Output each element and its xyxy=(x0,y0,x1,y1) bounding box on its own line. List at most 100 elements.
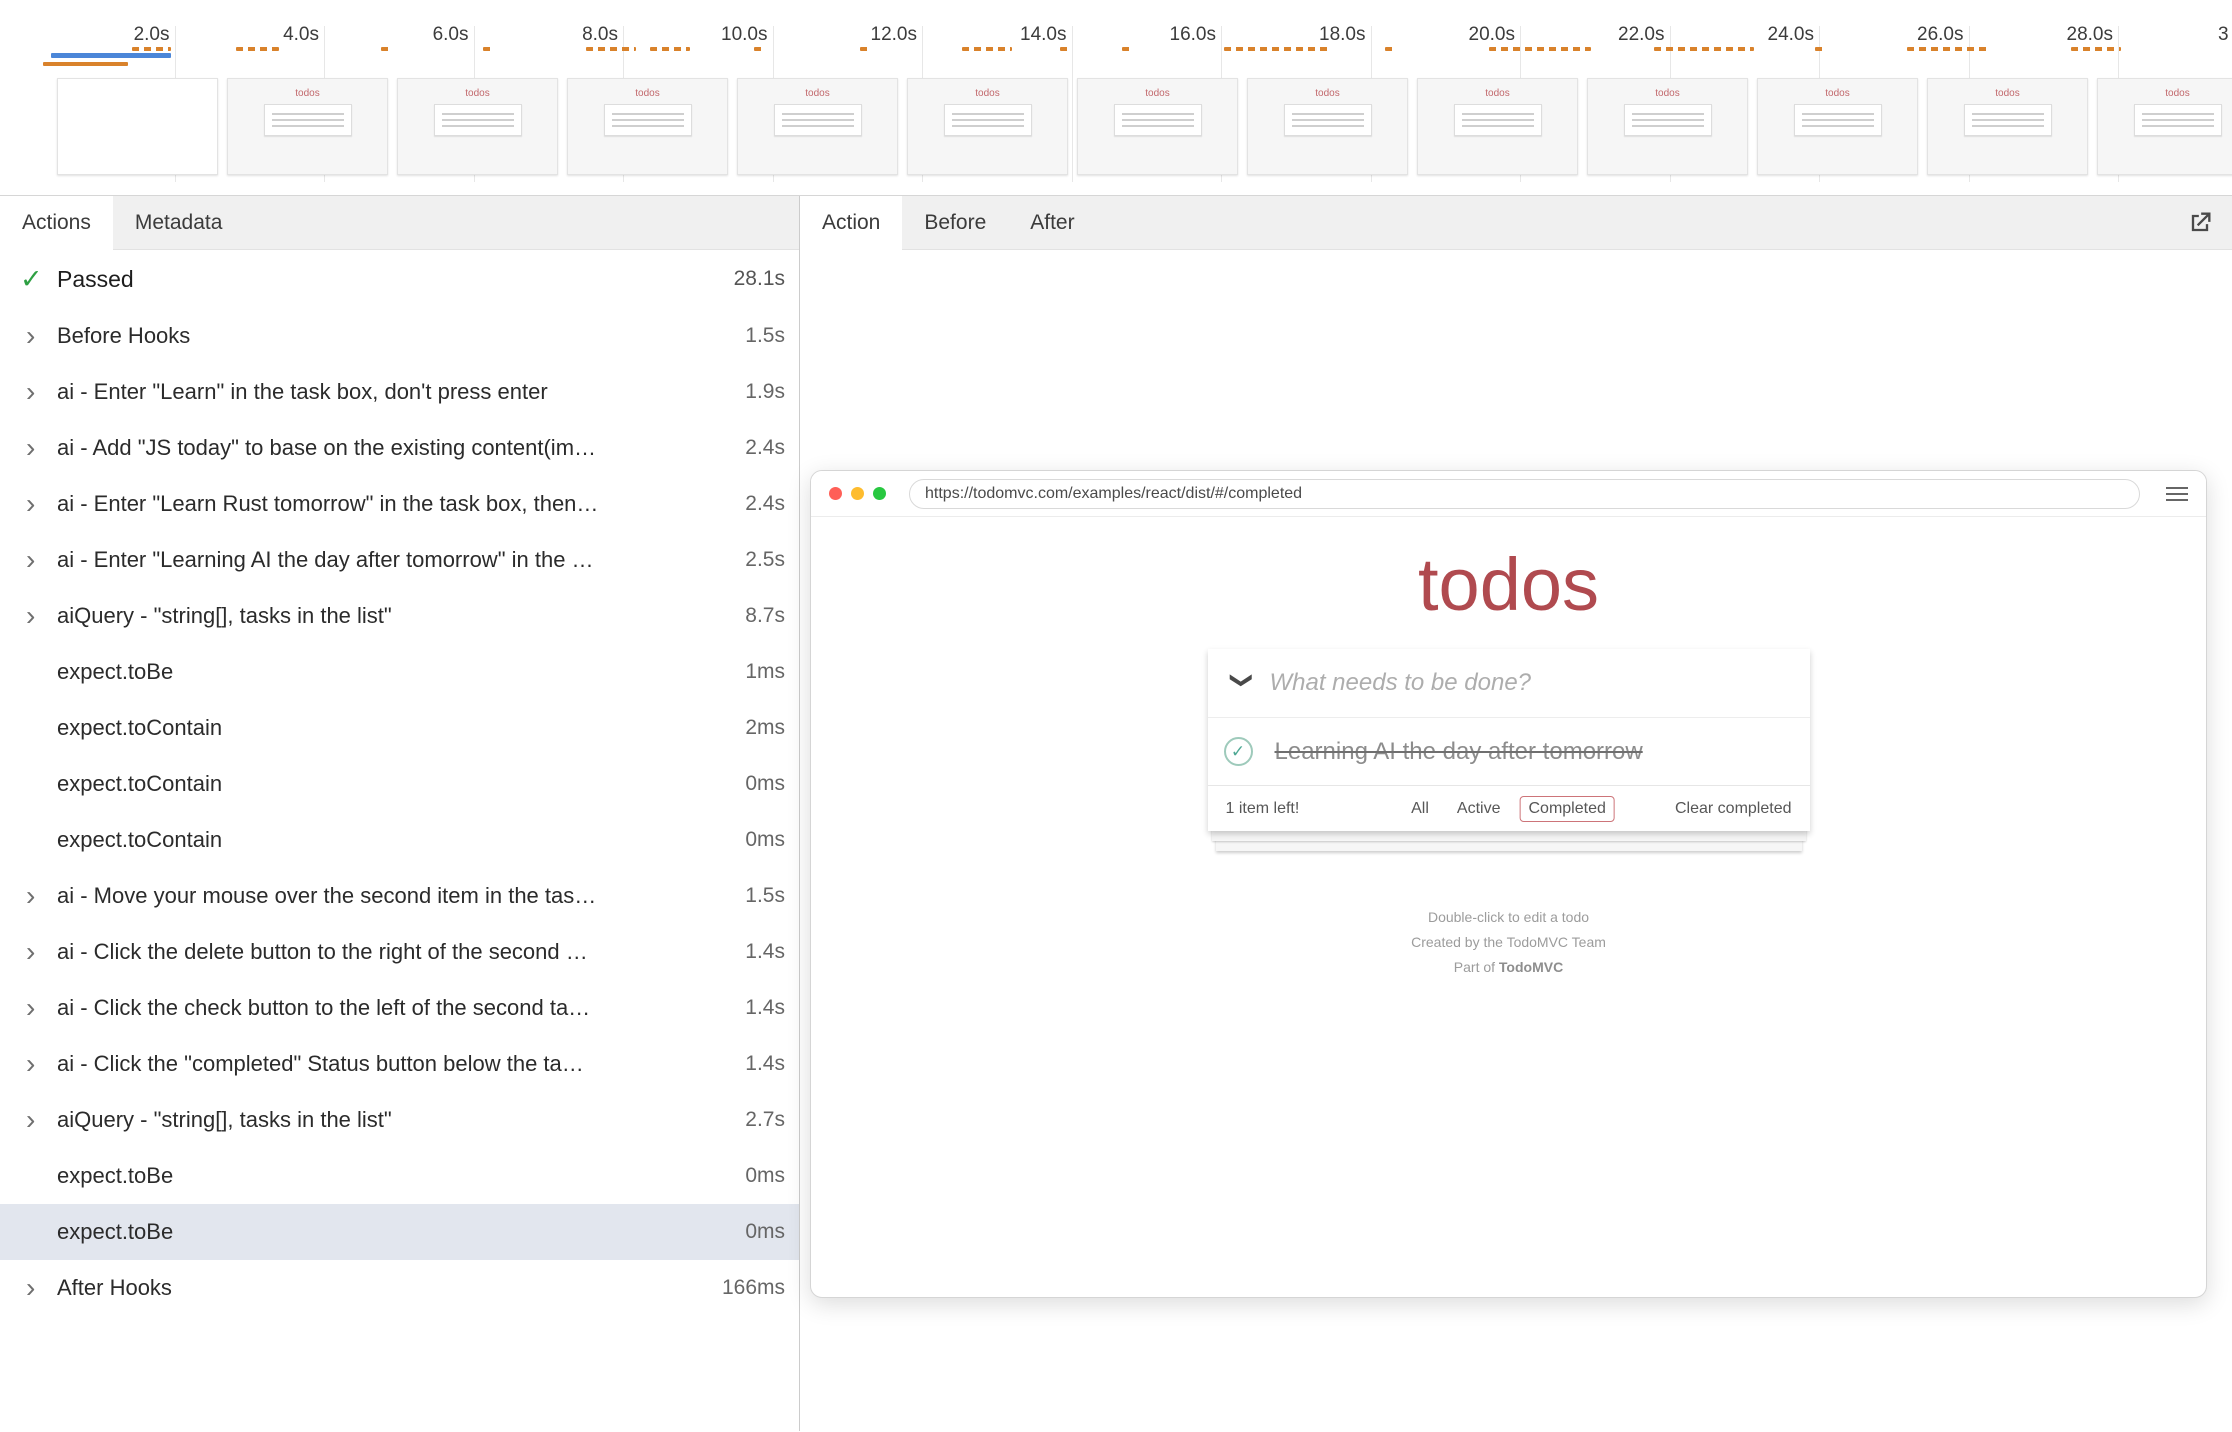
chevron-right-icon[interactable] xyxy=(26,434,57,462)
tab-metadata[interactable]: Metadata xyxy=(113,196,245,249)
todo-app-card: Learning AI the day after tomorrow 1 ite… xyxy=(1208,649,1810,831)
action-duration: 2ms xyxy=(745,716,785,740)
filmstrip-thumbnail[interactable]: todos xyxy=(907,78,1068,175)
chevron-right-icon[interactable] xyxy=(26,322,57,350)
todo-footer: 1 item left! All Active Completed Clear … xyxy=(1208,785,1810,831)
filter-completed[interactable]: Completed xyxy=(1519,796,1614,822)
action-row[interactable]: ai - Click the "completed" Status button… xyxy=(0,1036,799,1092)
timeline-action-mark xyxy=(2071,47,2121,51)
tab-before[interactable]: Before xyxy=(902,196,1008,249)
action-row[interactable]: expect.toContain0ms xyxy=(0,812,799,868)
mini-todos-title: todos xyxy=(295,88,319,99)
todo-completed-check-icon[interactable] xyxy=(1224,737,1253,766)
app-info-footer: Double-click to edit a todo Created by t… xyxy=(811,905,2206,980)
chevron-right-icon[interactable] xyxy=(26,602,57,630)
action-row[interactable]: aiQuery - "string[], tasks in the list"2… xyxy=(0,1092,799,1148)
chevron-right-icon[interactable] xyxy=(26,882,57,910)
filmstrip: todos todos todos todos todos todos todo… xyxy=(0,78,2232,175)
filmstrip-thumbnail[interactable]: todos xyxy=(737,78,898,175)
mini-todos-title: todos xyxy=(2165,88,2189,99)
filter-all[interactable]: All xyxy=(1402,796,1438,822)
timeline-action-mark xyxy=(754,47,766,51)
mini-screenshot xyxy=(434,104,522,136)
timeline-action-mark xyxy=(132,47,171,51)
chevron-right-icon[interactable] xyxy=(26,1106,57,1134)
mini-screenshot xyxy=(1794,104,1882,136)
todomvc-brand: TodoMVC xyxy=(1499,959,1563,975)
action-row[interactable]: After Hooks166ms xyxy=(0,1260,799,1316)
hamburger-menu-icon[interactable] xyxy=(2166,483,2188,505)
items-left-count: 1 item left! xyxy=(1226,800,1300,818)
action-duration: 1.4s xyxy=(745,1052,785,1076)
time-label: 22.0s xyxy=(1521,24,1671,46)
chevron-right-icon[interactable] xyxy=(26,1050,57,1078)
action-label: expect.toContain xyxy=(57,715,733,741)
actions-panel: Actions Metadata Passed 28.1s Before Hoo… xyxy=(0,196,800,1431)
filmstrip-thumbnail[interactable]: todos xyxy=(227,78,388,175)
action-duration: 0ms xyxy=(745,772,785,796)
chevron-right-icon[interactable] xyxy=(26,490,57,518)
filmstrip-thumbnail[interactable]: todos xyxy=(1587,78,1748,175)
chevron-right-icon[interactable] xyxy=(26,1274,57,1302)
filmstrip-thumbnail[interactable]: todos xyxy=(567,78,728,175)
action-duration: 0ms xyxy=(745,1220,785,1244)
action-row[interactable]: expect.toContain0ms xyxy=(0,756,799,812)
open-external-icon[interactable] xyxy=(2186,209,2214,237)
mini-screenshot xyxy=(944,104,1032,136)
chevron-right-icon[interactable] xyxy=(26,938,57,966)
filmstrip-thumbnail[interactable]: todos xyxy=(1247,78,1408,175)
toggle-all-chevron-down-icon[interactable] xyxy=(1229,671,1255,695)
time-label: 2.0s xyxy=(26,24,176,46)
action-row[interactable]: expect.toBe0ms xyxy=(0,1148,799,1204)
mini-screenshot xyxy=(1964,104,2052,136)
new-todo-input[interactable] xyxy=(1254,669,1810,697)
action-row[interactable]: ai - Click the check button to the left … xyxy=(0,980,799,1036)
mini-screenshot xyxy=(604,104,692,136)
tab-after[interactable]: After xyxy=(1008,196,1096,249)
mini-todos-title: todos xyxy=(1655,88,1679,99)
filter-active[interactable]: Active xyxy=(1448,796,1510,822)
filmstrip-thumbnail[interactable]: todos xyxy=(397,78,558,175)
action-row[interactable]: ai - Enter "Learn Rust tomorrow" in the … xyxy=(0,476,799,532)
action-label: expect.toBe xyxy=(57,1219,733,1245)
clear-completed-button[interactable]: Clear completed xyxy=(1675,800,1792,818)
timeline-scrubber[interactable]: 2.0s 4.0s 6.0s 8.0s 10.0s 12.0s 14.0s 16… xyxy=(0,0,2232,196)
action-label: expect.toBe xyxy=(57,1163,733,1189)
timeline-action-mark xyxy=(1060,47,1072,51)
right-tabbar: Action Before After xyxy=(800,196,2232,250)
action-row[interactable]: ai - Click the delete button to the righ… xyxy=(0,924,799,980)
tab-actions[interactable]: Actions xyxy=(0,196,113,250)
timeline-action-mark xyxy=(51,53,171,58)
todo-item[interactable]: Learning AI the day after tomorrow xyxy=(1208,717,1810,785)
filmstrip-thumbnail[interactable]: todos xyxy=(2097,78,2232,175)
filmstrip-thumbnail[interactable]: todos xyxy=(1927,78,2088,175)
filmstrip-thumbnail[interactable]: todos xyxy=(1077,78,1238,175)
mini-screenshot xyxy=(1114,104,1202,136)
action-row[interactable]: aiQuery - "string[], tasks in the list"8… xyxy=(0,588,799,644)
tab-action[interactable]: Action xyxy=(800,196,902,250)
action-row[interactable]: ai - Enter "Learning AI the day after to… xyxy=(0,532,799,588)
action-duration: 1ms xyxy=(745,660,785,684)
chevron-right-icon[interactable] xyxy=(26,546,57,574)
time-label: 26.0s xyxy=(1820,24,1970,46)
url-bar[interactable]: https://todomvc.com/examples/react/dist/… xyxy=(909,479,2140,509)
browser-chrome: https://todomvc.com/examples/react/dist/… xyxy=(811,471,2206,517)
timeline-action-mark xyxy=(1385,47,1396,51)
action-row[interactable]: expect.toBe1ms xyxy=(0,644,799,700)
action-row[interactable]: expect.toContain 2ms xyxy=(0,700,799,756)
action-label: aiQuery - "string[], tasks in the list" xyxy=(57,1107,733,1133)
action-row-selected[interactable]: expect.toBe 0ms xyxy=(0,1204,799,1260)
filmstrip-thumbnail[interactable] xyxy=(57,78,218,175)
time-label: 8.0s xyxy=(475,24,625,46)
chevron-right-icon[interactable] xyxy=(26,378,57,406)
action-row[interactable]: ai - Move your mouse over the second ite… xyxy=(0,868,799,924)
timeline-action-mark xyxy=(650,47,690,51)
action-row[interactable]: ai - Add "JS today" to base on the exist… xyxy=(0,420,799,476)
todo-text: Learning AI the day after tomorrow xyxy=(1275,738,1643,766)
filmstrip-thumbnail[interactable]: todos xyxy=(1757,78,1918,175)
action-row[interactable]: ai - Enter "Learn" in the task box, don'… xyxy=(0,364,799,420)
action-row[interactable]: Before Hooks1.5s xyxy=(0,308,799,364)
info-line: Part of TodoMVC xyxy=(811,955,2206,980)
filmstrip-thumbnail[interactable]: todos xyxy=(1417,78,1578,175)
chevron-right-icon[interactable] xyxy=(26,994,57,1022)
